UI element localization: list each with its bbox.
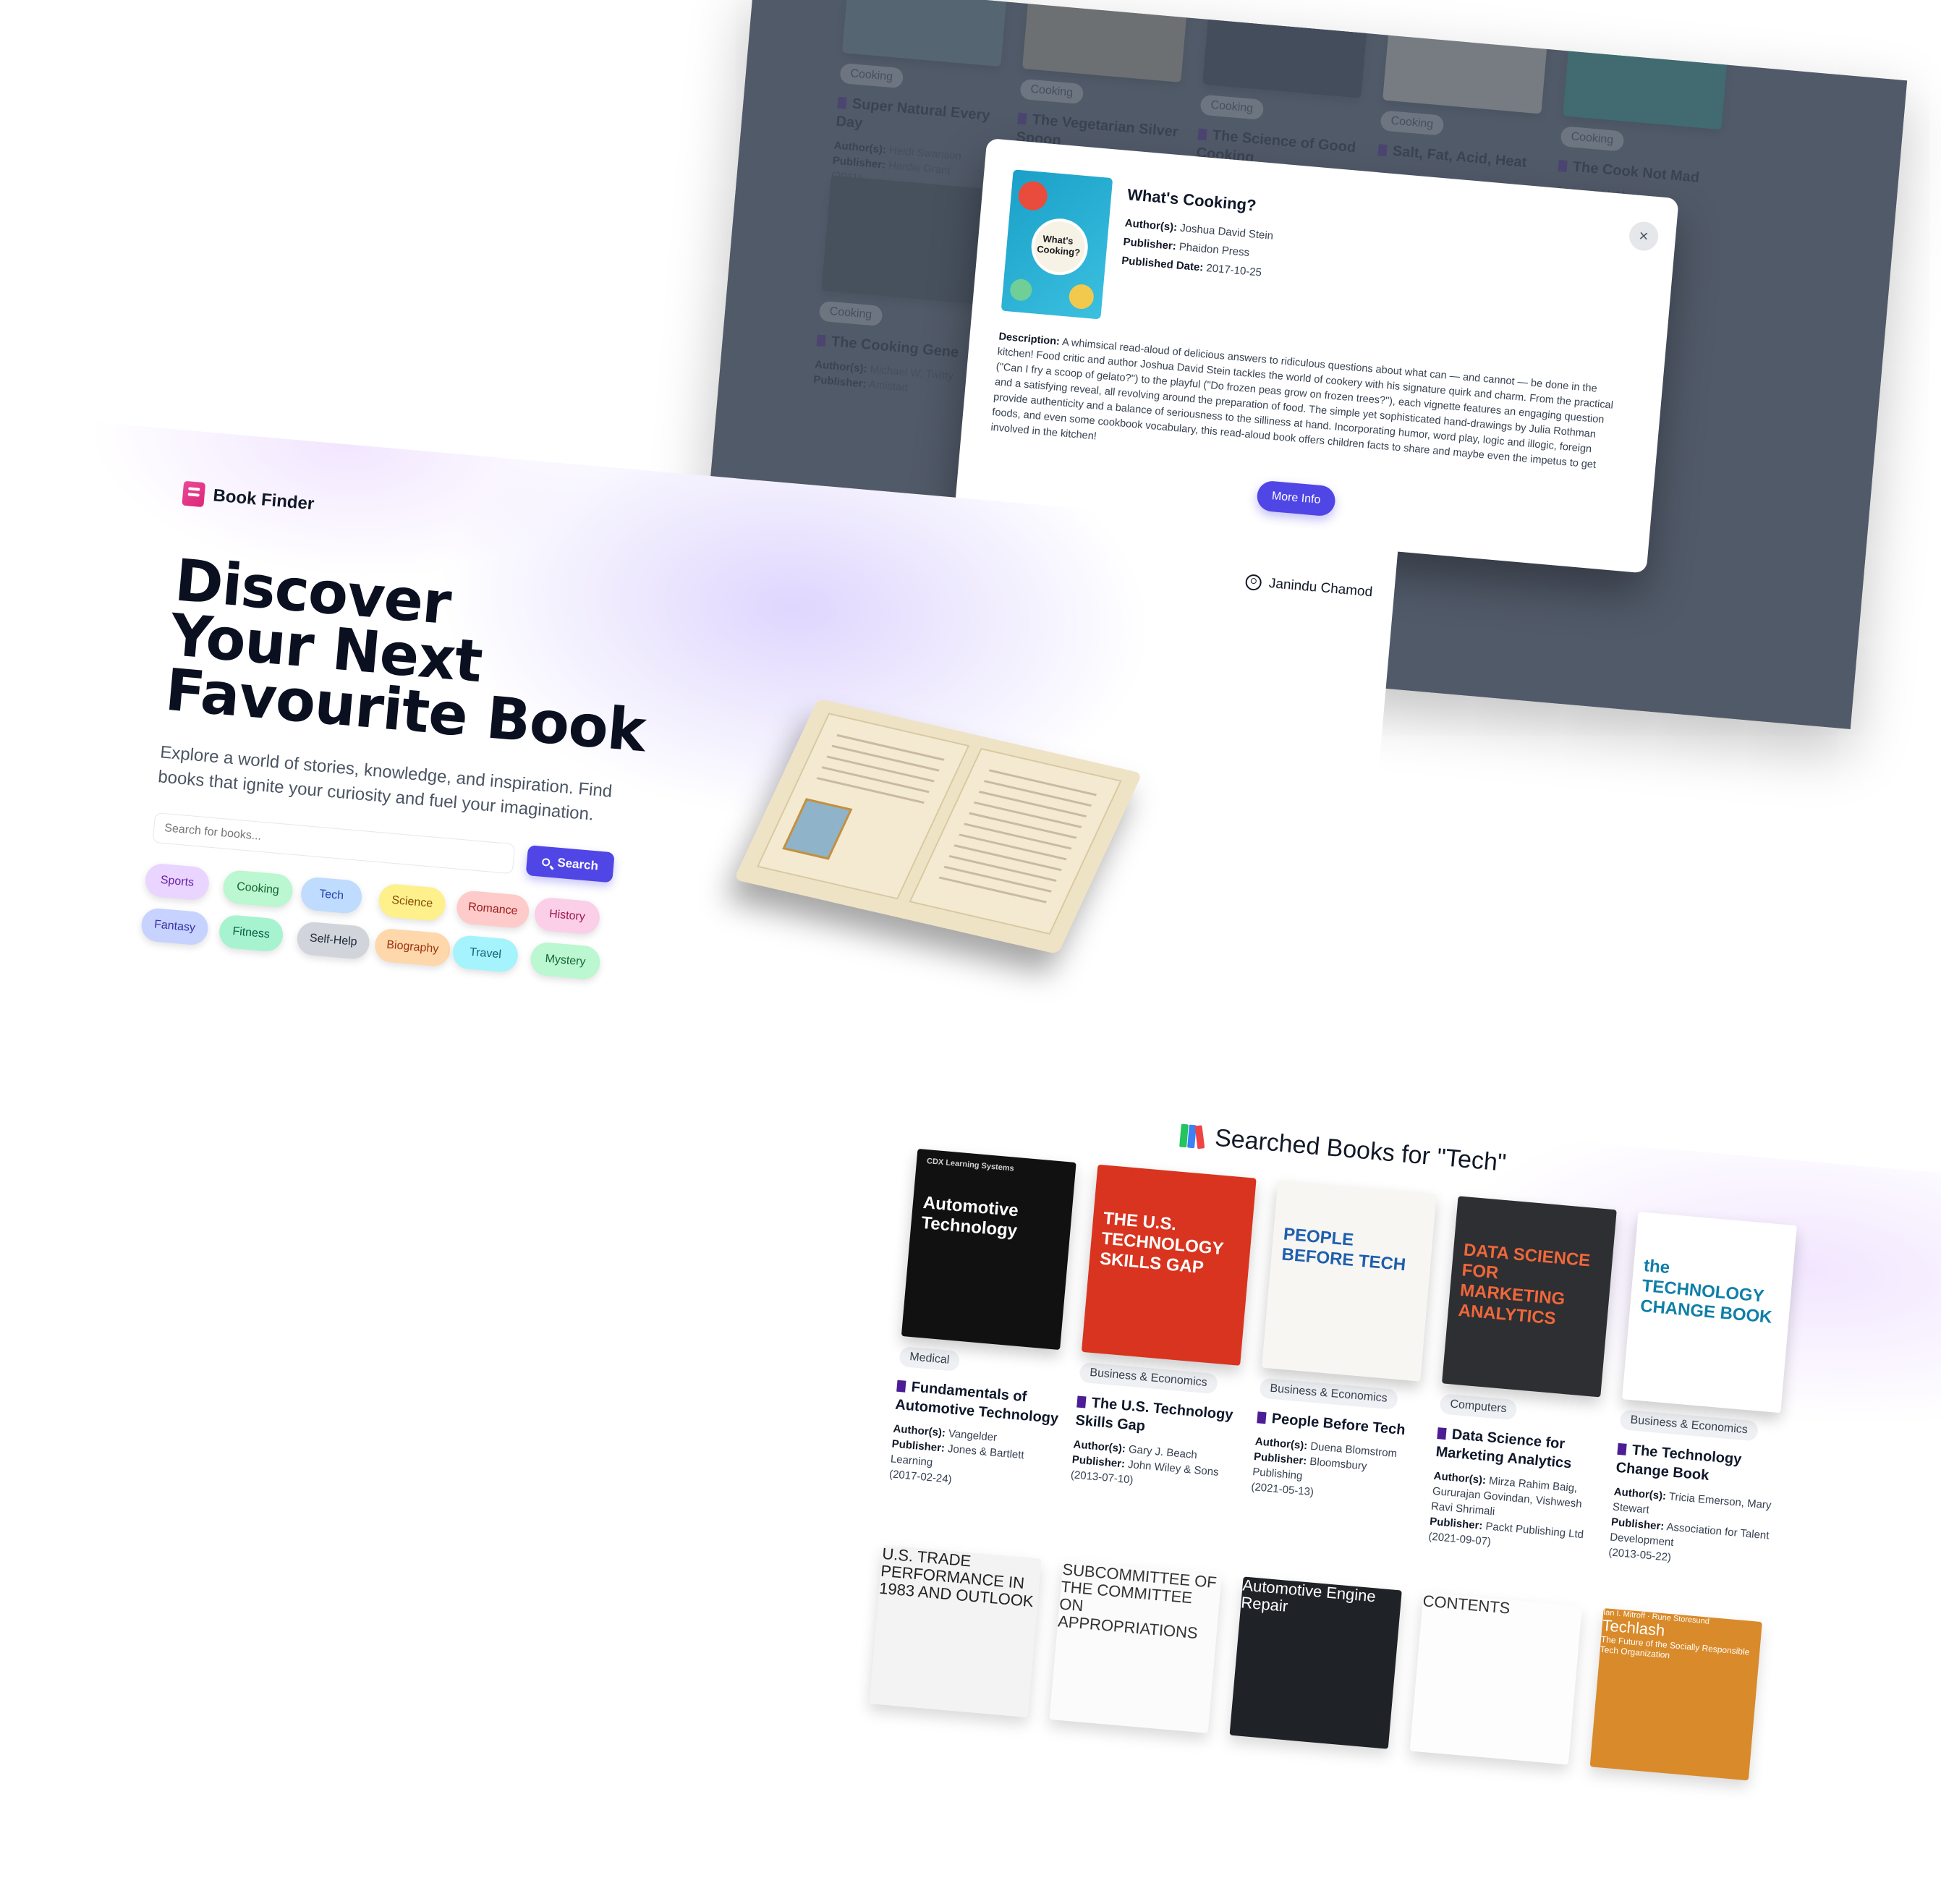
category-chip-travel[interactable]: Travel [451,934,519,974]
book-card[interactable]: CDX Learning Systems Automotive Technolog… [888,1148,1083,1496]
book-title[interactable]: The Technology Change Book [1615,1440,1785,1492]
hero-title: Discover Your Next Favourite Book [163,546,648,765]
category-chip-history[interactable]: History [533,896,601,935]
bookmark-icon [896,1380,906,1393]
book-card[interactable]: Ian I. Mitroff · Rune Storesund Techlash T… [1589,1607,1770,1781]
user-icon [1245,574,1262,592]
category-chip-mystery[interactable]: Mystery [529,941,602,981]
book-card[interactable]: Automotive Engine Repair [1229,1576,1409,1749]
category-chip-cooking[interactable]: Cooking [221,869,294,909]
category-badge: Computers [1439,1393,1518,1421]
modal-book-cover: What's Cooking? [1001,169,1113,320]
book-card[interactable]: PEOPLE BEFORE TECH Business & Economics Pe… [1251,1180,1444,1509]
book-cover: CONTENTS [1409,1592,1582,1765]
hero-screen: Book Finder Janindu Chamod Discover Your… [26,420,1399,1157]
bookmark-icon [1437,1427,1447,1440]
book-title[interactable]: Fundamentals of Automotive Technology [894,1377,1063,1429]
book-icon [182,480,206,508]
category-chip-science[interactable]: Science [377,883,447,922]
close-icon[interactable]: × [1628,220,1660,252]
book-card[interactable]: CONTENTS [1409,1592,1589,1765]
category-chip-fitness[interactable]: Fitness [218,914,284,953]
search-input[interactable] [152,812,516,875]
book-cover: PEOPLE BEFORE TECH [1261,1180,1437,1382]
book-cover: SUBCOMMITTEE OF THE COMMITTEE ON APPROPR… [1049,1560,1222,1733]
category-chip-fantasy[interactable]: Fantasy [140,907,210,946]
book-cover: the TECHNOLOGY CHANGE BOOK [1622,1212,1797,1414]
category-chip-sports[interactable]: Sports [144,862,211,901]
book-cover: Ian I. Mitroff · Rune Storesund Techlash T… [1589,1607,1762,1781]
book-cover: Automotive Engine Repair [1229,1576,1402,1749]
category-badge: Business & Economics [1079,1361,1218,1395]
book-cover: THE U.S. TECHNOLOGY SKILLS GAP [1081,1164,1257,1366]
search-button[interactable]: Search [525,845,615,883]
books-icon [1179,1123,1206,1149]
book-card[interactable]: THE U.S. TECHNOLOGY SKILLS GAP Business &… [1070,1164,1264,1497]
category-badge: Business & Economics [1619,1409,1759,1442]
bookmark-icon [1617,1442,1627,1455]
book-cover: CDX Learning Systems Automotive Technolog… [901,1148,1076,1351]
book-title[interactable]: The U.S. Technology Skills Gap [1074,1393,1244,1445]
open-book-illustration [734,698,1143,955]
modal-description: Description: A whimsical read-aloud of d… [990,331,1614,471]
book-title[interactable]: Data Science for Marketing Analytics [1435,1424,1605,1476]
bookmark-icon [1257,1411,1267,1424]
app-name: Book Finder [212,485,315,514]
category-chip-tech[interactable]: Tech [300,876,363,915]
book-card[interactable]: U.S. TRADE PERFORMANCE IN 1983 AND OUTLO… [869,1544,1048,1718]
category-chip-romance[interactable]: Romance [455,889,531,930]
book-card[interactable]: the TECHNOLOGY CHANGE BOOK Business & Eco… [1608,1212,1804,1574]
category-badge: Medical [899,1346,961,1372]
modal-info: What's Cooking? Author(s): Joshua David … [1121,185,1560,308]
user-name: Janindu Chamod [1268,575,1374,600]
search-results-screen: Searched Books for "Tech" CDX Learning S… [773,1076,1941,1904]
book-cover: U.S. TRADE PERFORMANCE IN 1983 AND OUTLO… [869,1544,1042,1718]
bookmark-icon [1076,1395,1087,1408]
book-card[interactable]: DATA SCIENCE FOR MARKETING ANALYTICS Comp… [1428,1196,1624,1558]
more-info-button[interactable]: More Info [1255,480,1337,517]
book-card[interactable]: SUBCOMMITTEE OF THE COMMITTEE ON APPROPR… [1049,1560,1228,1734]
results-title: Searched Books for "Tech" [1213,1123,1508,1177]
category-badge: Business & Economics [1259,1377,1398,1410]
modal-publisher: Phaidon Press [1178,240,1250,260]
category-chip-self-help[interactable]: Self-Help [295,920,371,961]
search-icon [541,857,551,867]
modal-cover-text: What's Cooking? [1036,233,1081,258]
category-chip-biography[interactable]: Biography [373,927,452,968]
user-profile[interactable]: Janindu Chamod [1245,574,1373,600]
modal-published-date: 2017-10-25 [1205,262,1262,279]
app-logo[interactable]: Book Finder [182,480,315,517]
results-header: Searched Books for "Tech" [1179,1121,1508,1178]
book-cover: DATA SCIENCE FOR MARKETING ANALYTICS [1441,1196,1617,1398]
